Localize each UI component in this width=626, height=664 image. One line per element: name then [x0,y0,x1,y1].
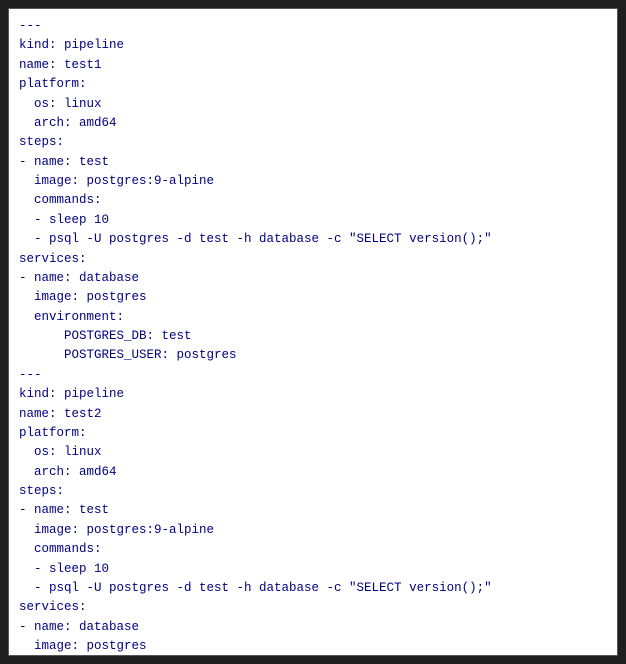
code-text: --- kind: pipeline name: test1 platform:… [19,17,607,656]
code-editor: --- kind: pipeline name: test1 platform:… [8,8,618,656]
